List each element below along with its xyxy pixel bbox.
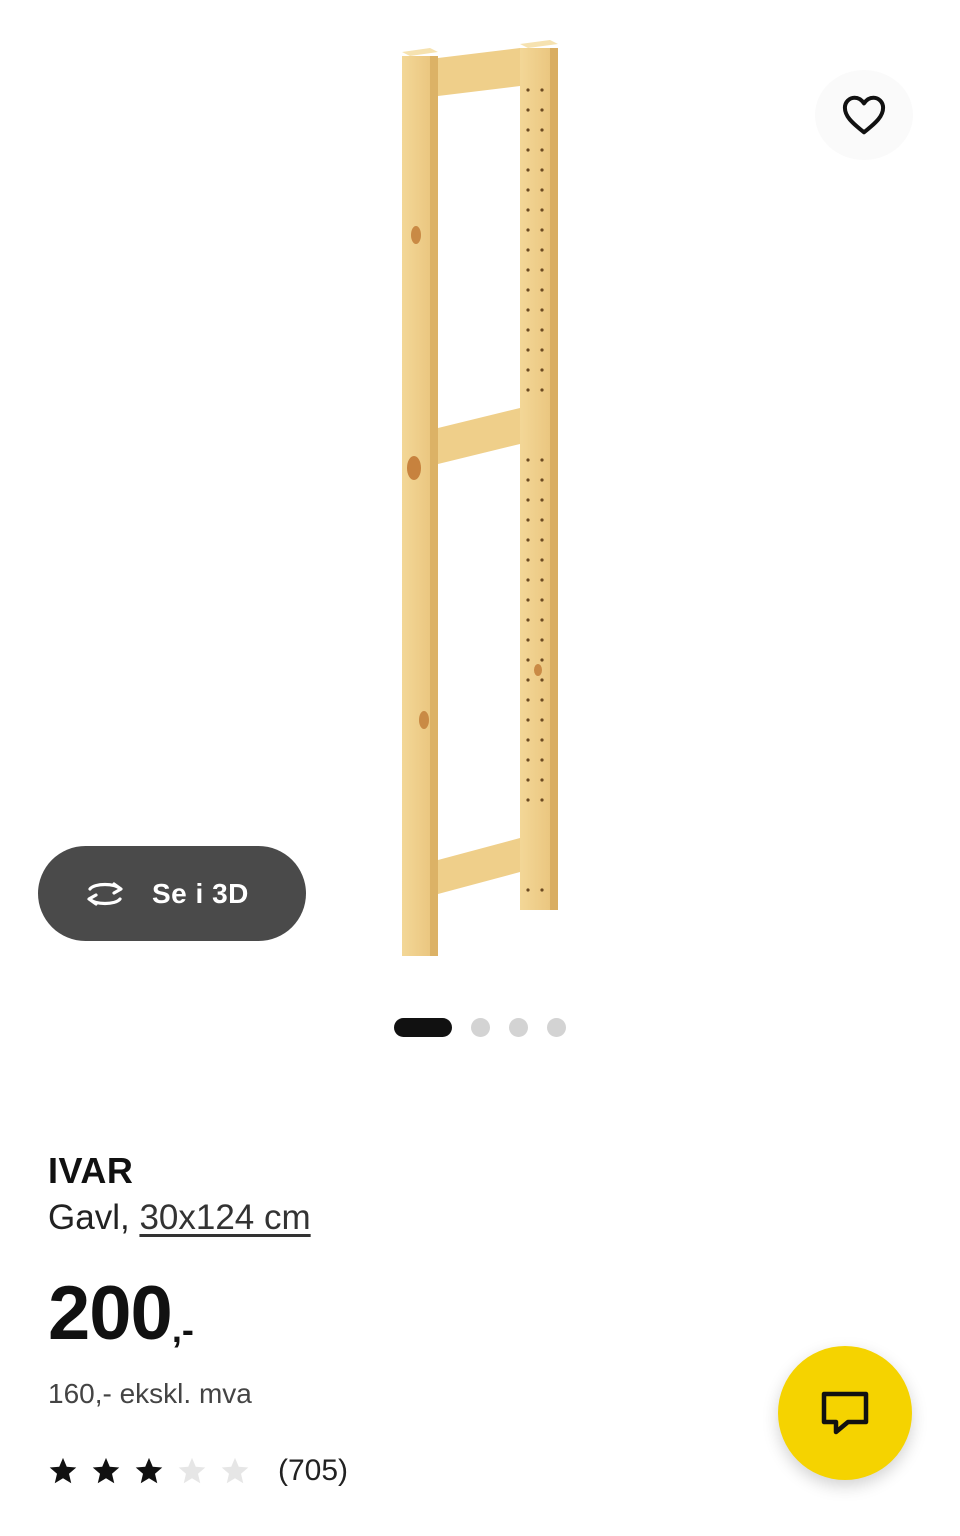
- rotate-3d-icon: [87, 881, 123, 906]
- product-type: Gavl,: [48, 1198, 130, 1237]
- view-3d-button[interactable]: Se i 3D: [38, 846, 306, 941]
- chat-button[interactable]: [778, 1346, 912, 1480]
- rating-stars: [48, 1456, 250, 1486]
- product-info: IVAR Gavl, 30x124 cm 200 ,- 160,- ekskl.…: [48, 1150, 748, 1488]
- product-image: [402, 40, 558, 956]
- product-size-link[interactable]: 30x124 cm: [139, 1198, 310, 1237]
- star-empty-icon: [221, 1457, 249, 1484]
- chat-icon: [821, 1391, 869, 1435]
- carousel-dot[interactable]: [471, 1017, 490, 1037]
- carousel-dot[interactable]: [509, 1017, 528, 1037]
- review-count[interactable]: (705): [278, 1454, 348, 1488]
- star-filled-icon: [135, 1457, 163, 1484]
- product-rating[interactable]: (705): [48, 1454, 748, 1488]
- product-name: IVAR: [48, 1150, 134, 1191]
- star-empty-icon: [178, 1457, 206, 1484]
- star-filled-icon: [49, 1457, 77, 1484]
- heart-icon: [842, 95, 886, 135]
- view-3d-label: Se i 3D: [152, 877, 249, 909]
- star-filled-icon: [92, 1457, 120, 1484]
- price-amount: 200: [48, 1271, 173, 1356]
- carousel-dot-active[interactable]: [394, 1017, 452, 1037]
- product-gallery[interactable]: Se i 3D: [0, 0, 960, 1060]
- favorite-button[interactable]: [815, 70, 913, 160]
- price-suffix: ,-: [171, 1309, 194, 1350]
- product-description: Gavl, 30x124 cm: [48, 1198, 748, 1238]
- carousel-dot[interactable]: [547, 1017, 566, 1037]
- product-price: 200 ,-: [48, 1276, 748, 1352]
- price-excl-vat: 160,- ekskl. mva: [48, 1378, 252, 1409]
- carousel-indicator: [394, 1016, 566, 1038]
